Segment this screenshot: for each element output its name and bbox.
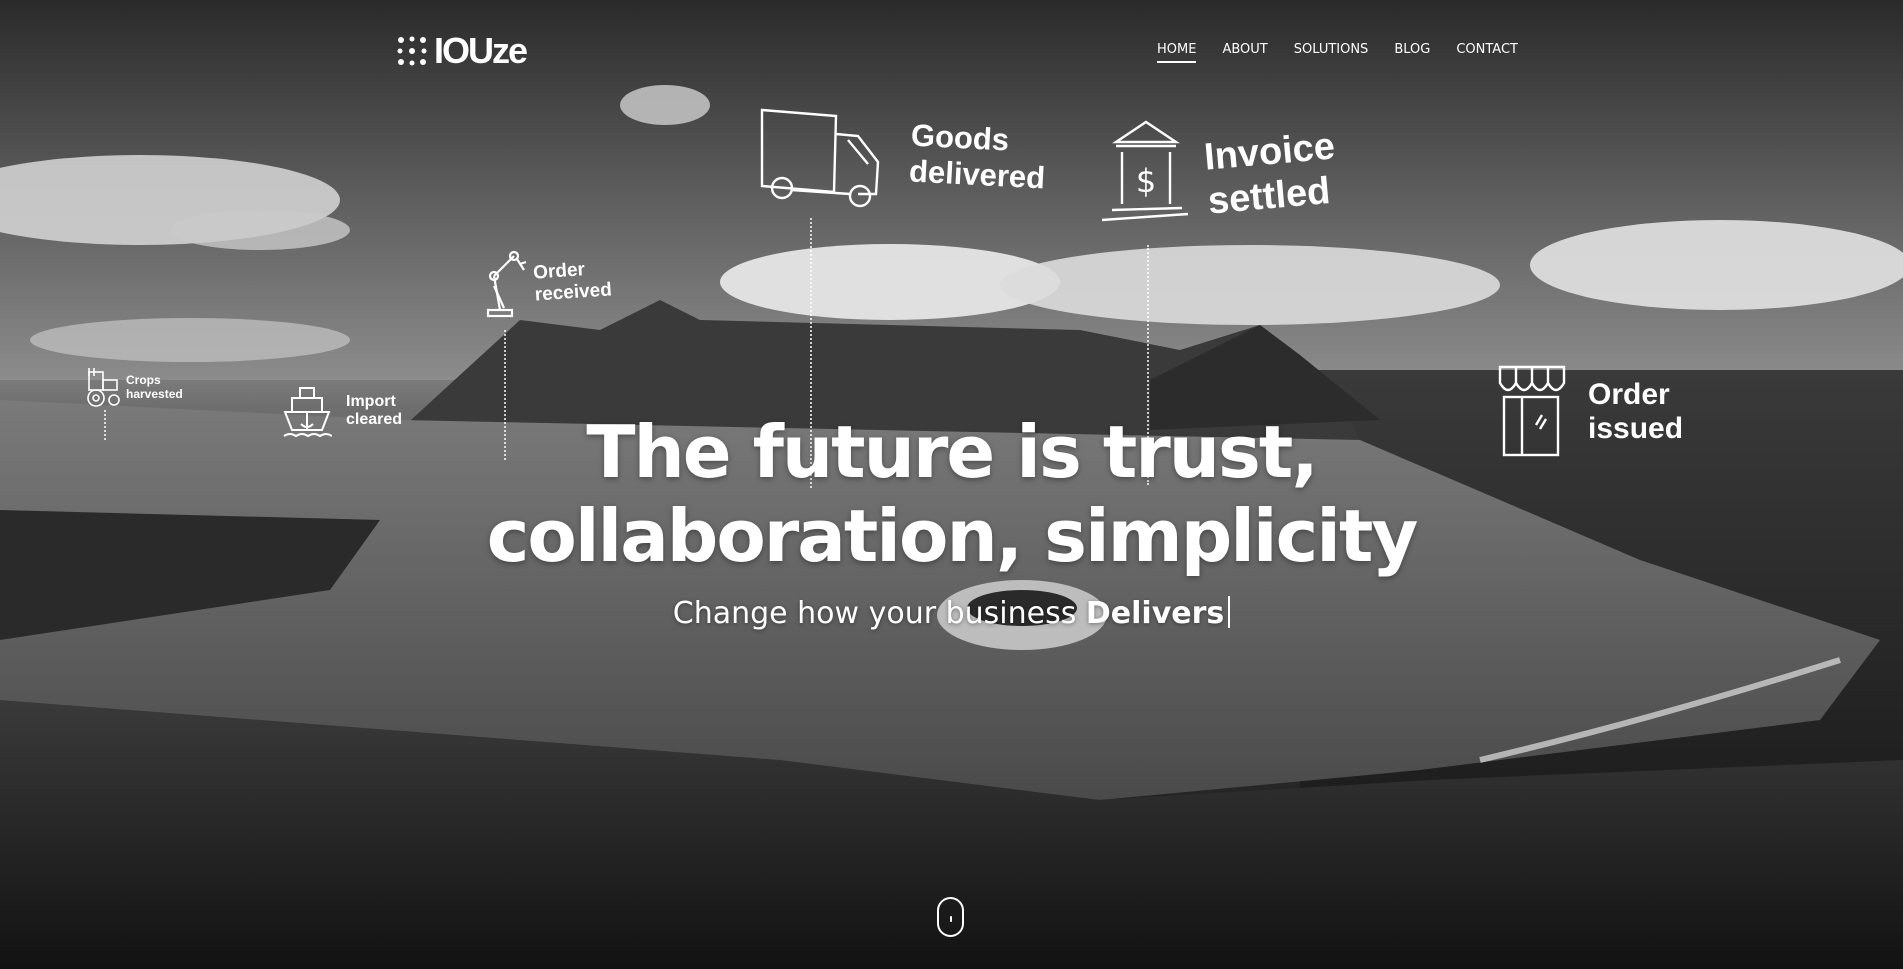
nav-contact[interactable]: CONTACT <box>1456 42 1518 63</box>
headline-line-2: collaboration, simplicity <box>486 494 1419 578</box>
svg-text:$: $ <box>1136 162 1156 200</box>
hero-headline: The future is trust, collaboration, simp… <box>0 410 1903 578</box>
hero-section: IOUze HOME ABOUT SOLUTIONS BLOG CONTACT … <box>0 0 1903 969</box>
headline-line-1: The future is trust, <box>586 410 1318 494</box>
subline-prefix: Change how your business <box>672 596 1086 631</box>
nav-blog[interactable]: BLOG <box>1394 42 1430 63</box>
bank-icon: $ <box>1101 120 1189 222</box>
main-nav: HOME ABOUT SOLUTIONS BLOG CONTACT <box>1157 42 1518 63</box>
dots-grid-icon <box>397 36 427 66</box>
brand-logo[interactable]: IOUze <box>396 30 528 72</box>
mouse-wheel-icon <box>950 916 952 922</box>
truck-icon <box>760 108 880 208</box>
typing-cursor <box>1228 596 1231 628</box>
step-order-received: Order received <box>484 246 613 318</box>
nav-solutions[interactable]: SOLUTIONS <box>1294 42 1369 63</box>
step-label: Order received <box>532 259 613 306</box>
step-label: Invoice settled <box>1202 125 1337 223</box>
nav-home[interactable]: HOME <box>1157 42 1197 63</box>
subline-emphasis: Delivers <box>1085 596 1225 631</box>
nav-about[interactable]: ABOUT <box>1222 42 1267 63</box>
scroll-down-indicator[interactable] <box>937 897 964 937</box>
step-crops-harvested: Crops harvested <box>86 366 183 410</box>
tractor-icon <box>87 368 120 407</box>
robot-arm-icon <box>486 250 527 318</box>
step-label: Crops harvested <box>126 373 183 401</box>
step-goods-delivered: Goods delivered <box>758 106 1046 208</box>
step-invoice-settled: $ Invoice settled <box>1100 112 1337 238</box>
step-label: Goods delivered <box>908 117 1047 196</box>
brand-name: IOUze <box>434 30 528 71</box>
hero-subline: Change how your business Delivers <box>0 596 1903 631</box>
